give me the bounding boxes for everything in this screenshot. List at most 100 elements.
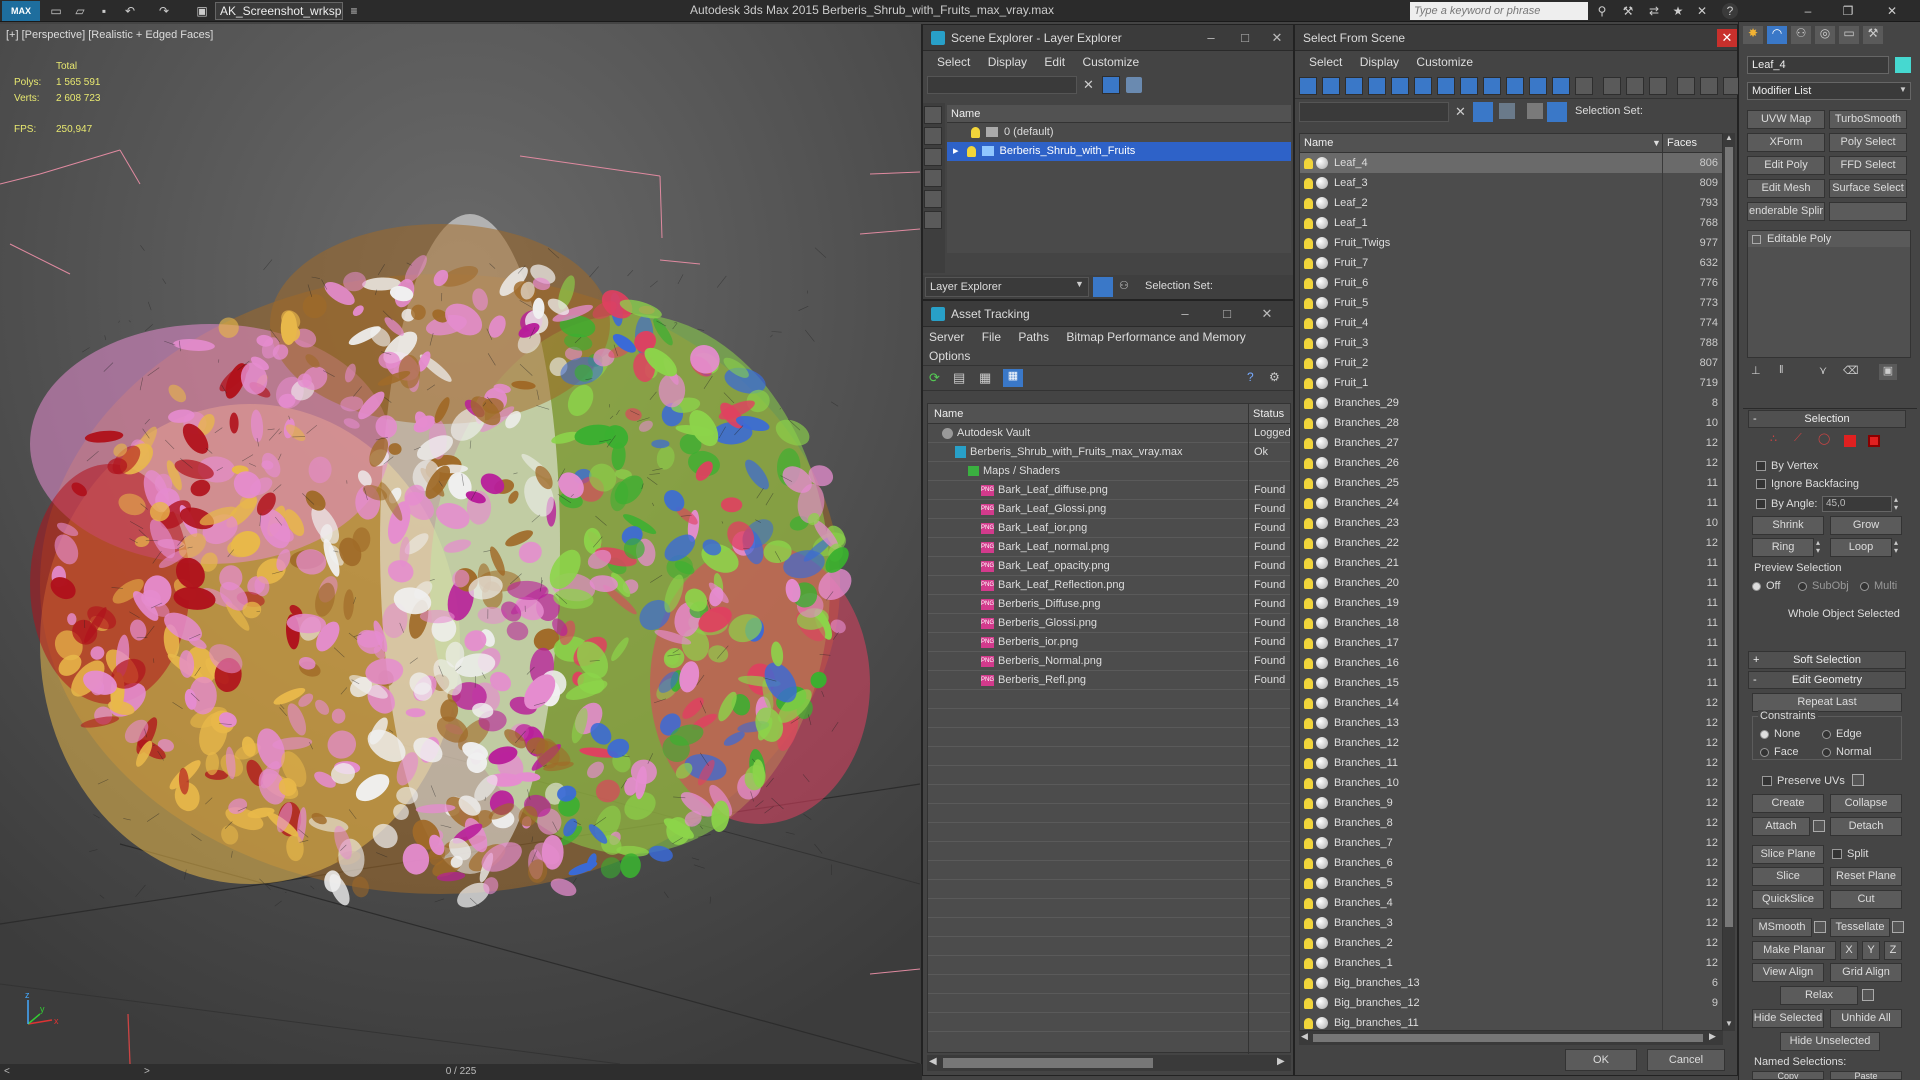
- app-logo[interactable]: MAX: [2, 1, 40, 21]
- light-bulb-icon[interactable]: [1304, 717, 1313, 729]
- menu-customize[interactable]: Customize: [1416, 55, 1473, 69]
- light-bulb-icon[interactable]: [1304, 237, 1313, 249]
- tools-x-icon[interactable]: ✕: [1694, 3, 1710, 19]
- stack-item-editable-poly[interactable]: Editable Poly: [1748, 231, 1910, 247]
- restore-icon[interactable]: ❐: [1840, 3, 1856, 19]
- light-bulb-icon[interactable]: [1304, 177, 1313, 189]
- filter-icon[interactable]: [1473, 102, 1493, 122]
- border-mode-icon[interactable]: ◯: [1818, 432, 1830, 445]
- modifier-button[interactable]: enderable Splir: [1747, 202, 1825, 221]
- find-case-icon[interactable]: [1499, 103, 1515, 119]
- modifier-button[interactable]: [1829, 202, 1907, 221]
- modifier-button[interactable]: Poly Select: [1829, 133, 1907, 152]
- hierarchy-tab-icon[interactable]: ⚇: [1791, 26, 1811, 44]
- layer-row-berberis[interactable]: ▸ Berberis_Shrub_with_Fruits: [947, 142, 1291, 161]
- object-row[interactable]: Branches_19 11: [1300, 593, 1722, 613]
- workspace-combo[interactable]: AK_Screenshot_wrksp: [215, 2, 343, 20]
- hidden-filter-icon[interactable]: [1575, 77, 1593, 95]
- light-bulb-icon[interactable]: [1304, 277, 1313, 289]
- table-view-icon[interactable]: ▦: [1003, 369, 1023, 387]
- constraint-face-radio[interactable]: Face: [1760, 746, 1798, 758]
- light-bulb-icon[interactable]: [1304, 957, 1313, 969]
- menu-edit[interactable]: Edit: [1044, 55, 1065, 69]
- light-bulb-icon[interactable]: [1304, 317, 1313, 329]
- hierarchy-icon[interactable]: ⚇: [1119, 279, 1129, 292]
- object-row[interactable]: Branches_18 11: [1300, 613, 1722, 633]
- planar-y-button[interactable]: Y: [1862, 941, 1880, 960]
- sort-filter-icon[interactable]: ▼: [1652, 134, 1661, 152]
- menu-display[interactable]: Display: [1360, 55, 1399, 69]
- close-icon[interactable]: ✕: [1884, 3, 1900, 19]
- object-row[interactable]: Fruit_4 774: [1300, 313, 1722, 333]
- maximize-icon[interactable]: □: [1217, 301, 1237, 327]
- xrefs-filter-icon[interactable]: [1483, 77, 1501, 95]
- light-bulb-icon[interactable]: [1304, 997, 1313, 1009]
- object-row[interactable]: Branches_29 8: [1300, 393, 1722, 413]
- minimize-icon[interactable]: –: [1201, 25, 1221, 51]
- light-bulb-icon[interactable]: [1304, 417, 1313, 429]
- lights-filter-icon[interactable]: [1368, 77, 1386, 95]
- refresh-icon[interactable]: ⟳: [929, 370, 940, 386]
- asset-row[interactable]: Autodesk Vault Logged: [928, 424, 1291, 443]
- object-row[interactable]: Big_branches_11: [1300, 1013, 1722, 1030]
- object-row[interactable]: Branches_17 11: [1300, 633, 1722, 653]
- unhide-all-button[interactable]: Unhide All: [1830, 1009, 1902, 1028]
- stack-expand-icon[interactable]: [1752, 234, 1761, 244]
- light-bulb-icon[interactable]: [1304, 377, 1313, 389]
- layer-explorer-combo[interactable]: Layer Explorer: [925, 277, 1089, 297]
- scroll-down-icon[interactable]: ▼: [1725, 1019, 1733, 1028]
- asset-row[interactable]: PNG Bark_Leaf_normal.png Found: [928, 538, 1290, 557]
- object-row[interactable]: Branches_23 10: [1300, 513, 1722, 533]
- object-row[interactable]: Big_branches_12 9: [1300, 993, 1722, 1013]
- light-bulb-icon[interactable]: [1304, 657, 1313, 669]
- object-row[interactable]: Branches_6 12: [1300, 853, 1722, 873]
- scroll-thumb[interactable]: [943, 1058, 1153, 1068]
- close-icon[interactable]: ✕: [1717, 29, 1737, 47]
- asset-row[interactable]: Berberis_Shrub_with_Fruits_max_vray.max O…: [928, 443, 1290, 462]
- scroll-thumb[interactable]: [1313, 1034, 1703, 1042]
- ok-button[interactable]: OK: [1565, 1049, 1637, 1071]
- geometry-filter-icon[interactable]: [1322, 77, 1340, 95]
- layers-icon[interactable]: [1527, 103, 1543, 119]
- light-bulb-icon[interactable]: [1304, 857, 1313, 869]
- object-row[interactable]: Branches_2 12: [1300, 933, 1722, 953]
- scene-explorer-search[interactable]: [927, 76, 1077, 94]
- modifier-list-combo[interactable]: Modifier List: [1747, 82, 1911, 100]
- remove-modifier-icon[interactable]: ⌫: [1843, 364, 1859, 377]
- light-bulb-icon[interactable]: [1304, 197, 1313, 209]
- object-row[interactable]: Branches_15 11: [1300, 673, 1722, 693]
- ignore-backfacing-checkbox[interactable]: Ignore Backfacing: [1756, 478, 1859, 490]
- perspective-viewport[interactable]: x y z [+] [Perspective] [Realistic + Edg…: [0, 24, 922, 1064]
- preview-off-radio[interactable]: Off: [1752, 580, 1780, 592]
- tessellate-settings-icon[interactable]: [1892, 921, 1904, 933]
- open-folder-icon[interactable]: ▱: [72, 3, 88, 19]
- hierarchy-icon[interactable]: [1547, 102, 1567, 122]
- layer-row-default[interactable]: 0 (default): [947, 123, 1291, 142]
- display-influences-icon[interactable]: [1626, 77, 1644, 95]
- menu-customize[interactable]: Customize: [1082, 55, 1139, 69]
- msmooth-settings-icon[interactable]: [1814, 921, 1826, 933]
- save-icon[interactable]: ▪: [96, 3, 112, 19]
- scroll-right-icon[interactable]: ▶: [1277, 1056, 1285, 1067]
- display-cameras-icon[interactable]: [924, 190, 942, 208]
- display-dependents-icon[interactable]: [1649, 77, 1667, 95]
- planar-x-button[interactable]: X: [1840, 941, 1858, 960]
- light-bulb-icon[interactable]: [1304, 157, 1313, 169]
- viewport-label[interactable]: [+] [Perspective] [Realistic + Edged Fac…: [6, 29, 213, 41]
- select-from-scene-titlebar[interactable]: Select From Scene ✕: [1295, 25, 1737, 51]
- asset-row[interactable]: PNG Berberis_Refl.png Found: [928, 671, 1290, 690]
- cancel-button[interactable]: Cancel: [1647, 1049, 1725, 1071]
- menu-select[interactable]: Select: [1309, 55, 1342, 69]
- groups-filter-icon[interactable]: [1460, 77, 1478, 95]
- asset-row[interactable]: PNG Bark_Leaf_Glossi.png Found: [928, 500, 1290, 519]
- modifier-button[interactable]: Edit Mesh: [1747, 179, 1825, 198]
- preview-subobj-radio[interactable]: SubObj: [1798, 580, 1849, 592]
- containers-filter-icon[interactable]: [1529, 77, 1547, 95]
- object-row[interactable]: Branches_10 12: [1300, 773, 1722, 793]
- object-row[interactable]: Branches_27 12: [1300, 433, 1722, 453]
- object-row[interactable]: Branches_1 12: [1300, 953, 1722, 973]
- asset-tracking-titlebar[interactable]: Asset Tracking – □ ✕: [923, 301, 1293, 327]
- create-tab-icon[interactable]: ✸: [1743, 26, 1763, 44]
- planar-z-button[interactable]: Z: [1884, 941, 1902, 960]
- light-bulb-icon[interactable]: [1304, 617, 1313, 629]
